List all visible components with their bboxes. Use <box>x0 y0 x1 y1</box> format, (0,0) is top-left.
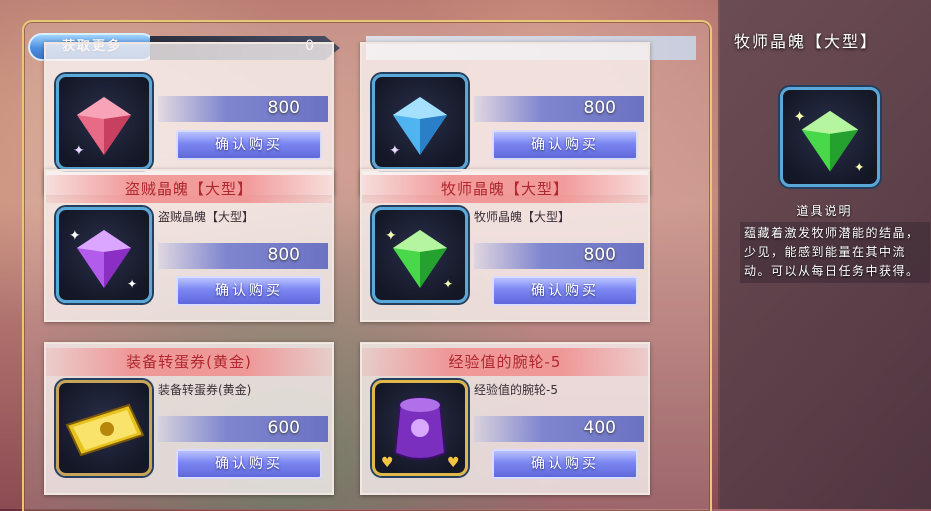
card-title: 装备转蛋券(黄金) <box>46 348 332 376</box>
card-title: 盗贼晶魄【大型】 <box>46 175 332 203</box>
price-value: 600 <box>267 418 300 438</box>
price-bar: 400 <box>474 416 644 442</box>
item-detail-panel: 牧师晶魄【大型】 ✦ ✦ 道具说明 蕴藏着激发牧师潜能的结晶，少见，能感到能量在… <box>718 0 931 509</box>
card-icon-frame: ✦ <box>372 74 468 170</box>
gold-ticket-icon <box>65 403 145 457</box>
svg-text:✦: ✦ <box>385 228 397 244</box>
purple-bracelet-icon: ♥ ♥ <box>381 397 460 471</box>
shop-card-4: 牧师晶魄【大型】 ✦ ✦ 牧师晶魄【大型】 800 确认购买 <box>360 169 650 322</box>
detail-title: 牧师晶魄【大型】 <box>734 32 879 51</box>
shop-card-5: 装备转蛋券(黄金) 装备转蛋券(黄金) 600 确认购买 <box>44 342 334 495</box>
confirm-buy-button[interactable]: 确认购买 <box>492 130 638 160</box>
detail-icon-frame: ✦ ✦ <box>780 87 880 187</box>
price-bar: 800 <box>474 96 644 122</box>
card-description: 牧师晶魄【大型】 <box>474 210 571 224</box>
card-description: 装备转蛋券(黄金) <box>158 383 252 397</box>
blue-crystal-icon: ✦ <box>389 97 447 159</box>
price-bar: 800 <box>158 243 328 269</box>
svg-text:♥: ♥ <box>447 455 460 471</box>
price-bar: 600 <box>158 416 328 442</box>
price-value: 800 <box>267 98 300 118</box>
price-bar: 800 <box>474 243 644 269</box>
svg-text:✦: ✦ <box>69 228 81 244</box>
confirm-buy-button[interactable]: 确认购买 <box>492 449 638 479</box>
price-bar: 800 <box>158 96 328 122</box>
svg-text:✦: ✦ <box>443 277 453 291</box>
shop-panel: 获取更多 0 ✦ 800 确认购买 ✦ <box>22 20 712 511</box>
confirm-buy-button[interactable]: 确认购买 <box>492 276 638 306</box>
confirm-buy-button[interactable]: 确认购买 <box>176 449 322 479</box>
confirm-buy-button[interactable]: 确认购买 <box>176 276 322 306</box>
svg-text:✦: ✦ <box>854 159 865 174</box>
svg-text:✦: ✦ <box>73 143 85 159</box>
shop-card-6: 经验值的腕轮-5 ♥ ♥ 经验值的腕轮-5 400 确认购买 <box>360 342 650 495</box>
price-value: 800 <box>583 98 616 118</box>
purple-crystal-icon: ✦ ✦ <box>69 228 137 291</box>
card-icon-frame: ✦ ✦ <box>372 207 468 303</box>
red-crystal-icon: ✦ <box>73 97 131 159</box>
card-icon-frame: ♥ ♥ <box>372 380 468 476</box>
card-icon-frame: ✦ ✦ <box>56 207 152 303</box>
price-value: 400 <box>583 418 616 438</box>
confirm-buy-button[interactable]: 确认购买 <box>176 130 322 160</box>
detail-section-label: 道具说明 <box>796 204 853 218</box>
svg-text:✦: ✦ <box>793 108 805 125</box>
svg-text:✦: ✦ <box>127 277 137 291</box>
card-description: 经验值的腕轮-5 <box>474 383 558 397</box>
shop-card-3: 盗贼晶魄【大型】 ✦ ✦ 盗贼晶魄【大型】 800 确认购买 <box>44 169 334 322</box>
card-description: 盗贼晶魄【大型】 <box>158 210 255 224</box>
card-title: 经验值的腕轮-5 <box>362 348 648 376</box>
card-icon-frame <box>56 380 152 476</box>
svg-text:✦: ✦ <box>389 143 401 159</box>
card-icon-frame: ✦ <box>56 74 152 170</box>
price-value: 800 <box>267 245 300 265</box>
price-value: 800 <box>583 245 616 265</box>
detail-description: 蕴藏着激发牧师潜能的结晶，少见，能感到能量在其中流动。可以从每日任务中获得。 <box>740 222 930 283</box>
card-title: 牧师晶魄【大型】 <box>362 175 648 203</box>
svg-text:♥: ♥ <box>381 455 394 471</box>
green-crystal-icon: ✦ ✦ <box>793 108 865 174</box>
green-crystal-icon: ✦ ✦ <box>385 228 453 291</box>
